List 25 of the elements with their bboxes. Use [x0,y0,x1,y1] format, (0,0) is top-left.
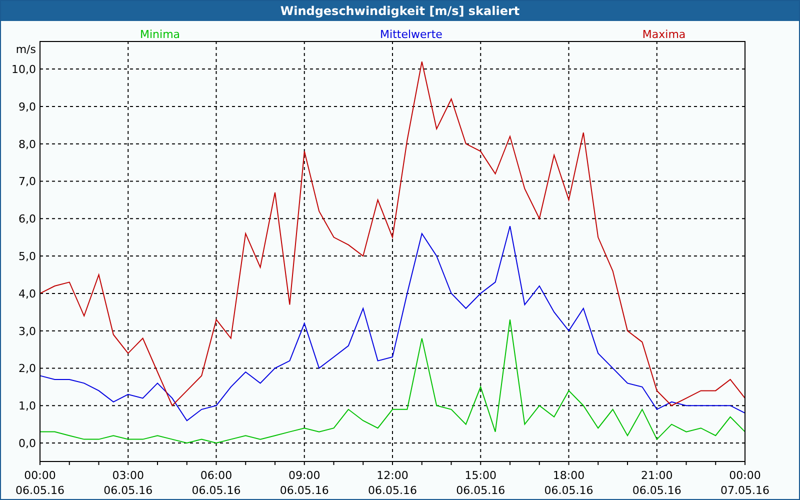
axis-tick-label: 0,0 [18,437,36,450]
axis-tick-label: 18:00 06.05.16 [544,469,594,497]
axis-label: m/s [16,43,36,56]
legend-label: Mittelwerte [379,28,444,41]
axis-tick-label: 4,0 [18,287,36,300]
axis-tick-label: 8,0 [18,138,36,151]
axis-tick-label: 00:00 07.05.16 [720,469,770,497]
axis-tick-label: 1,0 [18,400,36,413]
axis-tick-label: 3,0 [18,324,36,338]
axis-tick-label: 21:00 06.05.16 [632,469,682,497]
axis-tick-label: 5,0 [18,250,36,264]
axis-tick-label: 09:00 06.05.16 [280,469,329,497]
axis-tick-label: 06:00 06.05.16 [192,469,241,497]
window-title: Windgeschwindigkeit [m/s] skaliert [1,1,799,21]
axis-tick-label: 6,0 [18,212,36,226]
axis-tick-label: 10,0 [12,63,36,76]
axis-tick-label: 2,0 [18,362,36,376]
axis-tick-label: 12:00 06.05.16 [368,469,417,497]
legend-label: Maxima [641,28,687,41]
axis-tick-label: 00:00 06.05.16 [16,469,64,497]
axis-tick-label: 03:00 06.05.16 [104,469,153,497]
axis-tick-label: 7,0 [18,175,36,188]
legend-label: Minima [139,28,182,41]
axis-tick-label: 9,0 [18,100,36,114]
axis-tick-label: 15:00 06.05.16 [456,469,506,497]
